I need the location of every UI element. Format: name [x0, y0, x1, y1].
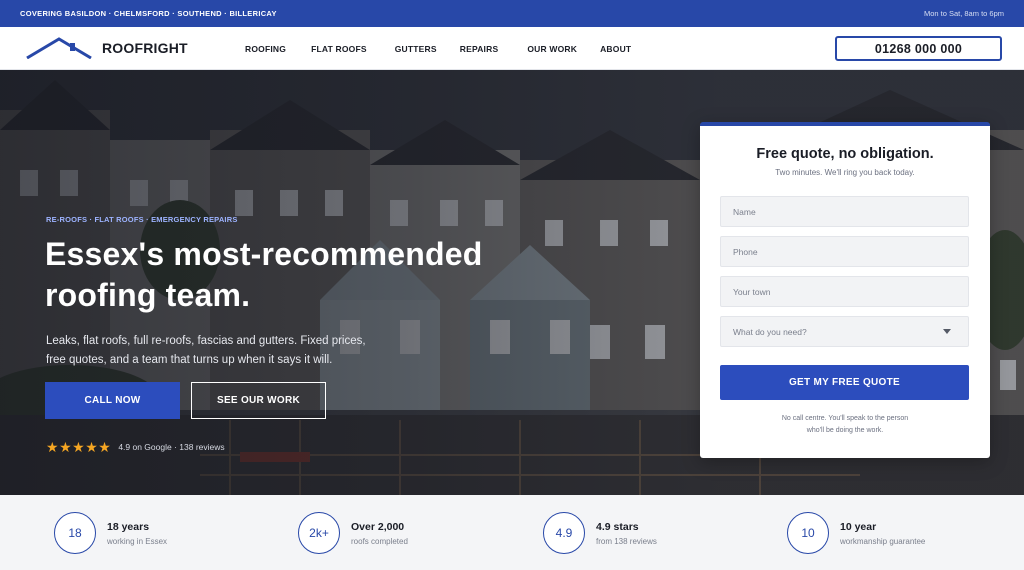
stat-badge: 10 — [787, 512, 829, 554]
hero-headline: Essex's most-recommended roofing team. — [45, 236, 483, 313]
town-field[interactable]: Your town — [720, 276, 969, 307]
nav-roofing[interactable]: ROOFING — [245, 44, 286, 54]
nav-our-work[interactable]: OUR WORK — [527, 44, 577, 54]
see-our-work-button[interactable]: SEE OUR WORK — [191, 382, 326, 419]
stat-subtitle: working in Essex — [107, 536, 168, 546]
stat-rating: 4.9 4.9 stars from 138 reviews — [543, 512, 657, 554]
stat-subtitle: roofs completed — [351, 536, 408, 546]
star-icon: ★ — [46, 439, 59, 455]
top-info-bar: COVERING BASILDON · CHELMSFORD · SOUTHEN… — [0, 0, 1024, 27]
stat-badge: 4.9 — [543, 512, 585, 554]
stat-subtitle: from 138 reviews — [596, 536, 657, 546]
stat-badge: 18 — [54, 512, 96, 554]
stat-guarantee: 10 10 year workmanship guarantee — [787, 512, 925, 554]
stat-badge: 2k+ — [298, 512, 340, 554]
nav-gutters[interactable]: GUTTERS — [395, 44, 437, 54]
google-rating: ★ ★ ★ ★ ★ 4.9 on Google · 138 reviews — [46, 440, 225, 454]
stat-years: 18 18 years working in Essex — [54, 512, 167, 554]
stat-title: 18 years — [107, 520, 150, 533]
rating-text: 4.9 on Google · 138 reviews — [118, 442, 225, 452]
get-free-quote-button[interactable]: GET MY FREE QUOTE — [720, 365, 969, 400]
logo-wordmark: ROOFRIGHT — [102, 40, 188, 56]
roof-logo-icon — [26, 37, 92, 59]
quote-form-card: Free quote, no obligation. Two minutes. … — [700, 122, 990, 458]
service-select-value: What do you need? — [733, 326, 807, 337]
stat-subtitle: workmanship guarantee — [840, 536, 926, 546]
chevron-down-icon — [943, 329, 951, 334]
star-icon: ★ — [59, 439, 72, 455]
stat-title: Over 2,000 — [351, 520, 405, 533]
service-select[interactable]: What do you need? — [720, 316, 969, 347]
logo[interactable]: ROOFRIGHT — [26, 37, 188, 59]
hero-section: RE-ROOFS · FLAT ROOFS · EMERGENCY REPAIR… — [0, 70, 1024, 495]
note-line-2: who'll be doing the work. — [806, 426, 884, 434]
stat-title: 10 year — [840, 520, 877, 533]
hero-eyebrow: RE-ROOFS · FLAT ROOFS · EMERGENCY REPAIR… — [46, 215, 238, 224]
nav-about[interactable]: ABOUT — [600, 44, 631, 54]
main-nav: ROOFING FLAT ROOFS GUTTERS REPAIRS OUR W… — [245, 27, 631, 70]
opening-hours: Mon to Sat, 8am to 6pm — [923, 9, 1004, 18]
nav-repairs[interactable]: REPAIRS — [460, 44, 499, 54]
quote-form-note: No call centre. You'll speak to the pers… — [700, 413, 990, 436]
stat-roofs: 2k+ Over 2,000 roofs completed — [298, 512, 408, 554]
name-field[interactable]: Name — [720, 196, 969, 227]
star-icon: ★ — [98, 439, 111, 455]
star-icon: ★ — [85, 439, 98, 455]
nav-flat-roofs[interactable]: FLAT ROOFS — [311, 44, 367, 54]
stat-title: 4.9 stars — [596, 520, 639, 533]
quote-form-subtitle: Two minutes. We'll ring you back today. — [775, 168, 915, 177]
hero-subcopy: Leaks, flat roofs, full re-roofs, fascia… — [46, 335, 366, 366]
quote-form-title: Free quote, no obligation. — [756, 146, 934, 162]
coverage-areas: COVERING BASILDON · CHELMSFORD · SOUTHEN… — [20, 9, 277, 18]
stats-strip: 18 18 years working in Essex 2k+ Over 2,… — [0, 495, 1024, 570]
header-phone-button[interactable]: 01268 000 000 — [835, 36, 1002, 61]
site-header: ROOFRIGHT ROOFING FLAT ROOFS GUTTERS REP… — [0, 27, 1024, 70]
note-line-1: No call centre. You'll speak to the pers… — [781, 415, 909, 422]
call-now-button[interactable]: CALL NOW — [45, 382, 180, 419]
rating-stars: ★ ★ ★ ★ ★ — [46, 440, 111, 454]
phone-field[interactable]: Phone — [720, 236, 969, 267]
star-icon: ★ — [72, 439, 85, 455]
